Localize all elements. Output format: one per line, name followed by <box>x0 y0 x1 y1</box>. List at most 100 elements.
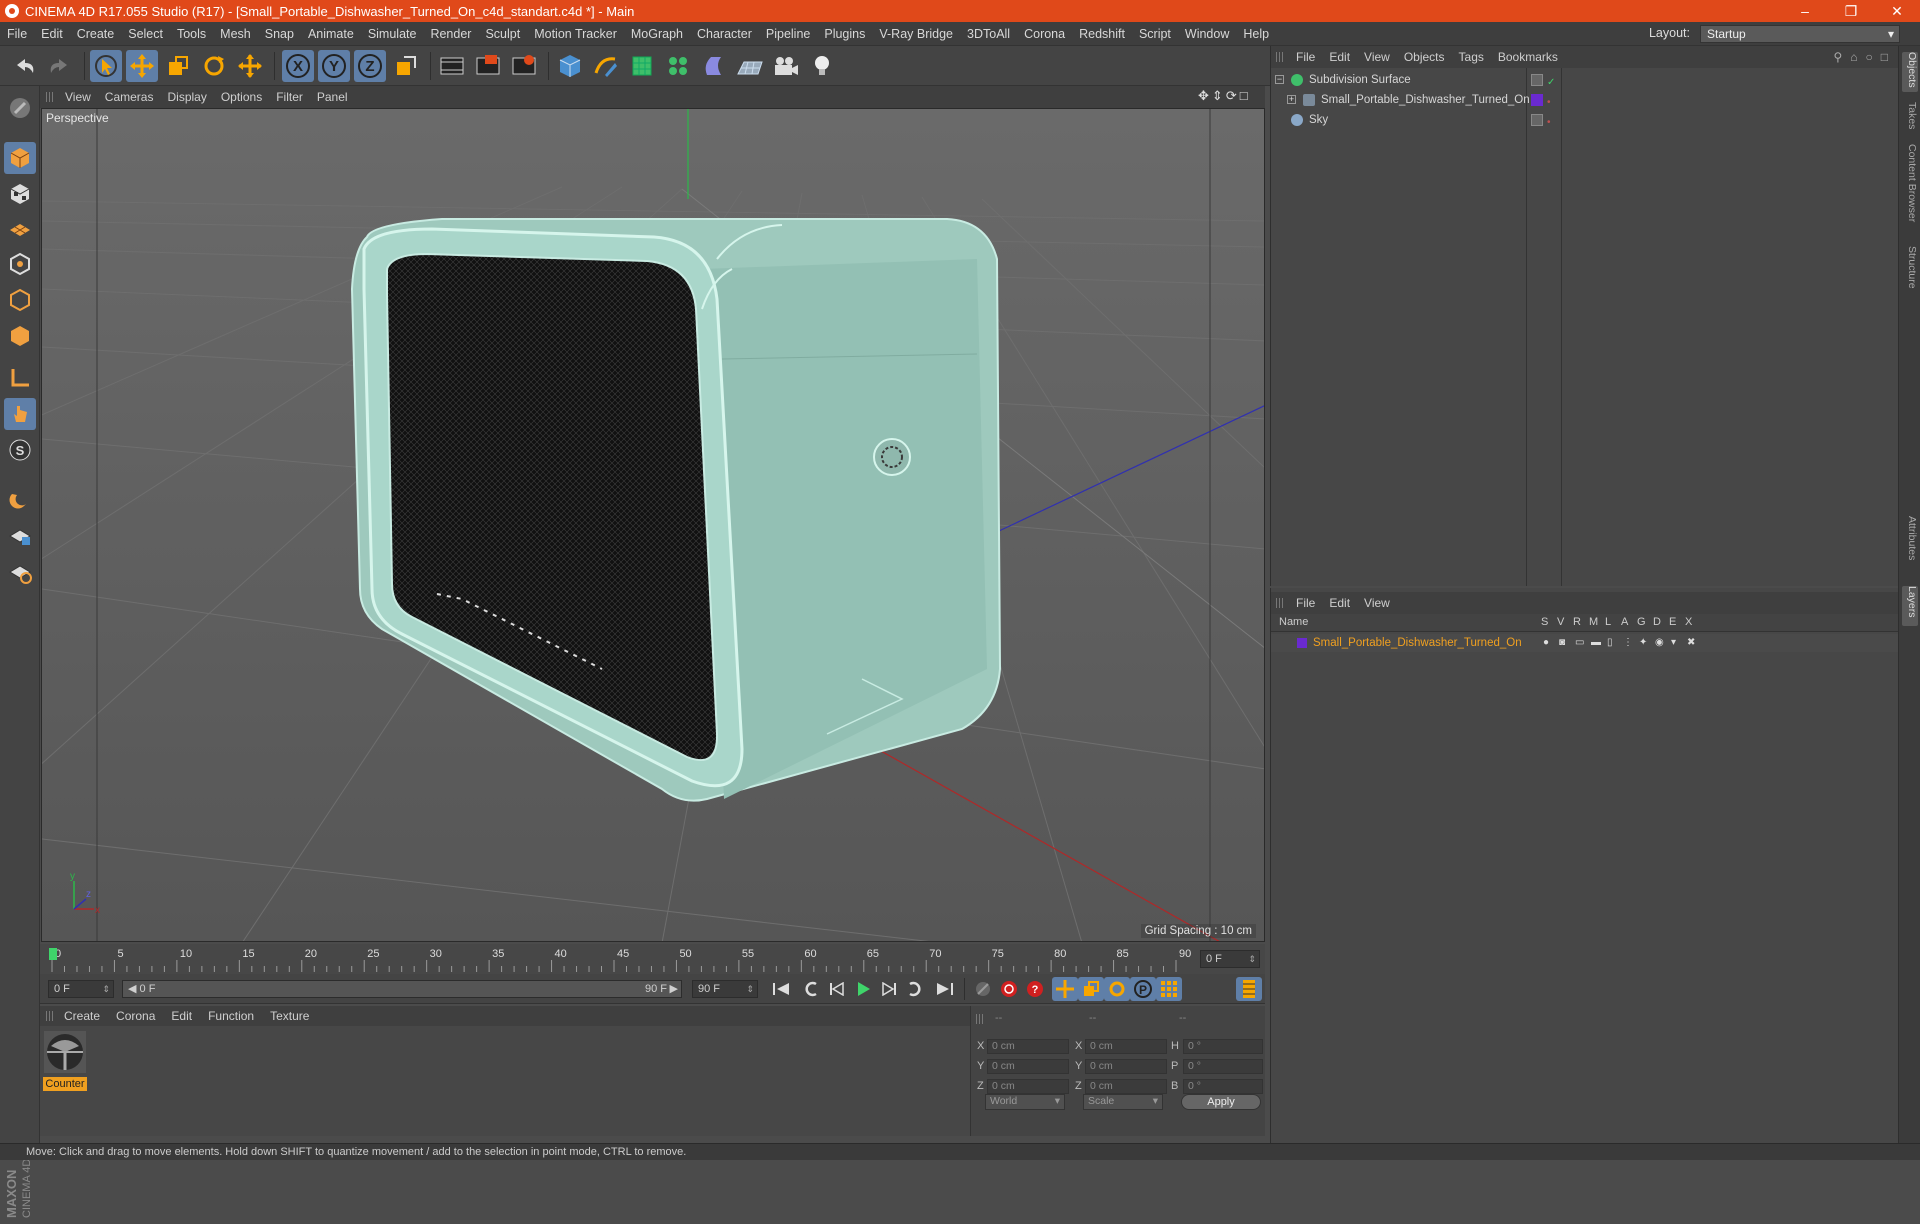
go-to-start-icon[interactable] <box>768 977 794 1001</box>
axis-mode-icon[interactable] <box>4 362 36 394</box>
planar-workplane-icon[interactable] <box>4 556 36 588</box>
coord-transform-dropdown[interactable]: Scale ▾ <box>1083 1094 1163 1110</box>
tweak-mode-icon[interactable] <box>4 398 36 430</box>
timeline-window-icon[interactable] <box>1236 977 1262 1001</box>
menu-tools[interactable]: Tools <box>170 27 213 41</box>
snap-icon[interactable]: S <box>4 434 36 466</box>
menu-help[interactable]: Help <box>1236 27 1276 41</box>
menu-v-ray-bridge[interactable]: V-Ray Bridge <box>872 27 960 41</box>
start-frame-field[interactable]: 0 F ⇕ <box>48 980 114 998</box>
editor-visibility-icon[interactable] <box>1531 74 1543 86</box>
render-dot-icon[interactable]: • <box>1547 113 1551 133</box>
render-picture-viewer-icon[interactable] <box>472 50 504 82</box>
material-menu-corona[interactable]: Corona <box>108 1009 163 1023</box>
layer-column-r[interactable]: R <box>1573 616 1581 628</box>
previous-frame-icon[interactable] <box>824 977 850 1001</box>
viewport-menu-filter[interactable]: Filter <box>269 90 310 104</box>
layer-color-swatch[interactable] <box>1297 638 1307 648</box>
layer-toggle-icon[interactable]: ▬ <box>1591 634 1601 652</box>
layer-menu-view[interactable]: View <box>1357 596 1397 610</box>
layer-column-s[interactable]: S <box>1541 616 1548 628</box>
layer-toggle-icon[interactable]: ✦ <box>1639 634 1647 652</box>
play-forward-icon[interactable] <box>850 977 876 1001</box>
transform-tool-icon[interactable] <box>234 50 266 82</box>
scale-tool-icon[interactable] <box>162 50 194 82</box>
next-frame-icon[interactable] <box>876 977 902 1001</box>
layer-toggle-icon[interactable]: ▾ <box>1671 634 1676 652</box>
right-tab-takes[interactable]: Takes <box>1902 102 1918 132</box>
render-view-icon[interactable] <box>436 50 468 82</box>
light-bulb-icon[interactable] <box>806 50 838 82</box>
layer-column-v[interactable]: V <box>1557 616 1564 628</box>
layer-column-d[interactable]: D <box>1653 616 1661 628</box>
subdivision-surface-icon[interactable] <box>626 50 658 82</box>
rotate-tool-icon[interactable] <box>198 50 230 82</box>
layer-toggle-icon[interactable]: ● <box>1543 634 1549 652</box>
cloner-icon[interactable] <box>662 50 694 82</box>
coord-rotation-field[interactable]: 0 ° <box>1183 1039 1263 1054</box>
object-row-sky[interactable]: Sky • <box>1271 110 1898 130</box>
coord-position-field[interactable]: 0 cm <box>987 1039 1069 1054</box>
cube-primitive-icon[interactable] <box>554 50 586 82</box>
object-menu-edit[interactable]: Edit <box>1322 50 1357 64</box>
previous-key-icon[interactable] <box>798 977 824 1001</box>
right-tab-content-browser[interactable]: Content Browser <box>1902 144 1918 236</box>
floor-scene-icon[interactable] <box>734 50 766 82</box>
model-mode-icon[interactable] <box>4 142 36 174</box>
layer-toggle-icon[interactable]: ✖ <box>1687 634 1695 652</box>
object-menu-tags[interactable]: Tags <box>1452 50 1491 64</box>
material-menu-texture[interactable]: Texture <box>262 1009 317 1023</box>
z-axis-lock-icon[interactable]: Z <box>354 50 386 82</box>
menu-create[interactable]: Create <box>70 27 122 41</box>
y-axis-lock-icon[interactable]: Y <box>318 50 350 82</box>
points-mode-icon[interactable] <box>4 248 36 280</box>
object-menu-objects[interactable]: Objects <box>1397 50 1452 64</box>
right-tab-structure[interactable]: Structure <box>1902 246 1918 302</box>
object-menu-view[interactable]: View <box>1357 50 1397 64</box>
menu-3dtoall[interactable]: 3DToAll <box>960 27 1017 41</box>
texture-mode-icon[interactable] <box>4 178 36 210</box>
menu-select[interactable]: Select <box>121 27 170 41</box>
menu-animate[interactable]: Animate <box>301 27 361 41</box>
end-frame-field[interactable]: 90 F ⇕ <box>692 980 758 998</box>
deformer-icon[interactable] <box>698 50 730 82</box>
viewport-menu-display[interactable]: Display <box>160 90 213 104</box>
coord-rotation-field[interactable]: 0 ° <box>1183 1059 1263 1074</box>
menu-edit[interactable]: Edit <box>34 27 70 41</box>
object-menu-bookmarks[interactable]: Bookmarks <box>1491 50 1565 64</box>
collapse-toggle-icon[interactable]: − <box>1275 75 1284 84</box>
layer-column-g[interactable]: G <box>1637 616 1646 628</box>
menu-mograph[interactable]: MoGraph <box>624 27 690 41</box>
editor-visibility-icon[interactable] <box>1531 114 1543 126</box>
layout-dropdown[interactable]: Startup <box>1700 25 1900 43</box>
layer-color-icon[interactable] <box>1531 94 1543 106</box>
layer-row[interactable]: Small_Portable_Dishwasher_Turned_On ● ◙ ▭ ▬ ▯… <box>1271 634 1898 652</box>
current-frame-marker[interactable] <box>49 948 57 960</box>
make-editable-icon[interactable] <box>4 92 36 124</box>
workplane-icon[interactable] <box>4 212 36 244</box>
layer-toggle-icon[interactable]: ◉ <box>1655 634 1664 652</box>
undo-icon[interactable] <box>8 50 40 82</box>
close-icon[interactable]: ✕ <box>1874 0 1920 22</box>
key-scale-icon[interactable] <box>1078 977 1104 1001</box>
right-tab-attributes[interactable]: Attributes <box>1902 516 1918 576</box>
coord-rotation-field[interactable]: 0 ° <box>1183 1079 1263 1094</box>
viewport-menu-panel[interactable]: Panel <box>310 90 355 104</box>
viewport-menu-view[interactable]: View <box>58 90 98 104</box>
menu-sculpt[interactable]: Sculpt <box>478 27 527 41</box>
menu-mesh[interactable]: Mesh <box>213 27 258 41</box>
viewport-menu-cameras[interactable]: Cameras <box>98 90 161 104</box>
right-tab-objects[interactable]: Objects <box>1902 52 1918 92</box>
pan-view-icon[interactable]: ✥ <box>1198 88 1209 106</box>
object-row-small-portable-dishwasher-turned-on[interactable]: + Small_Portable_Dishwasher_Turned_On • <box>1271 90 1898 110</box>
coord-mode-dropdown[interactable]: World ▾ <box>985 1094 1065 1110</box>
menu-file[interactable]: File <box>0 27 34 41</box>
collapse-icon[interactable]: ○ <box>1866 50 1873 64</box>
menu-plugins[interactable]: Plugins <box>817 27 872 41</box>
right-tab-layers[interactable]: Layers <box>1902 586 1918 626</box>
menu-redshift[interactable]: Redshift <box>1072 27 1132 41</box>
menu-script[interactable]: Script <box>1132 27 1178 41</box>
menu-render[interactable]: Render <box>423 27 478 41</box>
menu-motion-tracker[interactable]: Motion Tracker <box>527 27 624 41</box>
layer-menu-file[interactable]: File <box>1289 596 1322 610</box>
